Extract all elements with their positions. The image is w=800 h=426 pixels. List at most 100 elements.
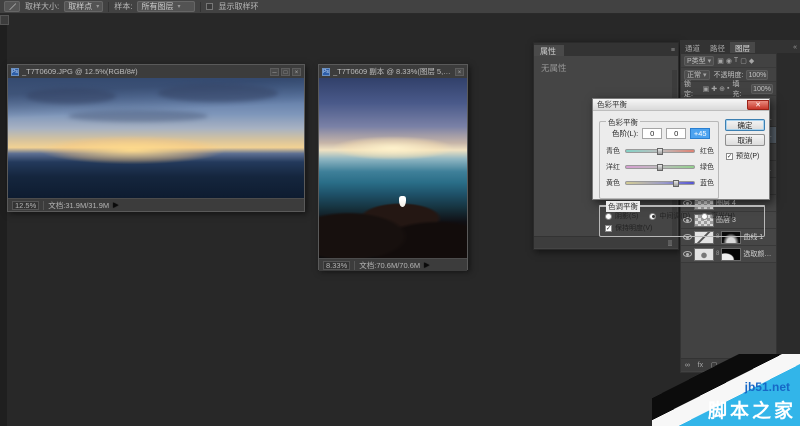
color-slider-handle[interactable]: [657, 148, 663, 155]
document-window-2[interactable]: Ps _T7T0609 副本 @ 8.33%(图层 5, RGB/8#) × 8…: [318, 64, 468, 270]
watermark-name: 脚本之家: [708, 396, 796, 423]
ps-file-icon: Ps: [11, 68, 19, 76]
layer-thumbnail[interactable]: [694, 248, 714, 261]
sample-label: 样本:: [114, 1, 132, 12]
show-sampling-ring-label: 显示取样环: [218, 1, 258, 12]
midtones-radio[interactable]: [649, 213, 656, 220]
window1-title: _T7T0609.JPG @ 12.5%(RGB/8#): [22, 67, 267, 76]
window1-titlebar[interactable]: Ps _T7T0609.JPG @ 12.5%(RGB/8#) ─ □ ×: [8, 65, 304, 78]
window2-canvas[interactable]: [319, 78, 467, 258]
ps-file-icon: Ps: [322, 68, 330, 76]
tools-panel-strip: [0, 15, 7, 426]
lock-paint-icon[interactable]: ✚: [711, 85, 717, 93]
layer-row[interactable]: 8 选取颜色 1: [681, 246, 776, 263]
preview-label: 预览(P): [736, 151, 759, 161]
highlights-label: 高光(H): [711, 211, 735, 221]
lock-position-icon[interactable]: ⊕: [719, 85, 725, 93]
group-label: 色彩平衡: [606, 117, 640, 128]
chevron-down-icon: ▾: [177, 3, 180, 10]
color-slider-handle[interactable]: [657, 164, 663, 171]
tab-properties[interactable]: 属性: [534, 45, 564, 56]
ok-button[interactable]: 确定: [725, 119, 765, 131]
panel-menu-icon[interactable]: ≡: [671, 47, 678, 56]
show-sampling-ring-checkbox[interactable]: [206, 3, 213, 10]
zoom-level-field[interactable]: 8.33%: [323, 261, 350, 270]
sample-size-dropdown[interactable]: 取样点▾: [64, 1, 103, 12]
status-popup-arrow-icon[interactable]: ▶: [113, 201, 118, 209]
status-popup-arrow-icon[interactable]: ▶: [424, 261, 429, 269]
fill-value[interactable]: 100%: [751, 84, 773, 94]
sample-scope-dropdown[interactable]: 所有图层▾: [137, 1, 195, 12]
tools-panel-toggle[interactable]: [0, 15, 9, 25]
sunset-rocks-bride-photo: [319, 78, 467, 258]
tool-options-bar: 取样大小: 取样点▾ 样本: 所有图层▾ 显示取样环: [0, 0, 800, 14]
mask-link-icon[interactable]: 8: [716, 251, 719, 257]
preserve-luminosity-row: ✓ 保持明度(V): [605, 223, 652, 233]
level-input-3[interactable]: +45: [690, 128, 710, 139]
slider-left-label: 青色: [606, 146, 622, 156]
preview-checkbox[interactable]: ✓: [726, 153, 733, 160]
filter-type-icon[interactable]: T: [734, 57, 738, 65]
opacity-value[interactable]: 100%: [746, 70, 768, 80]
eyedropper-tool-icon[interactable]: [4, 1, 20, 12]
layer-filter-row: P类型▾ ▣◉T▢◆: [681, 54, 776, 68]
color-slider-handle[interactable]: [673, 180, 679, 187]
slider-left-label: 洋红: [606, 162, 622, 172]
document-size-info: 文档:31.9M/31.9M: [48, 200, 109, 211]
color-balance-dialog: 色彩平衡 ✕ 色彩平衡 色阶(L): 0 0 +45 青色红色洋红绿色黄色蓝色 …: [592, 98, 770, 200]
maximize-button[interactable]: □: [281, 68, 290, 76]
properties-panel-header[interactable]: 属性 ≡: [534, 43, 678, 56]
divider: [108, 2, 109, 12]
color-balance-group: 色彩平衡 色阶(L): 0 0 +45 青色红色洋红绿色黄色蓝色: [599, 121, 719, 199]
tone-balance-options: 阴影(S) 中间调(D) 高光(H): [605, 211, 763, 221]
close-button[interactable]: ×: [292, 68, 301, 76]
level-input-1[interactable]: 0: [642, 128, 662, 139]
watermark-site: jb51.net: [745, 380, 790, 394]
tab-图层[interactable]: 图层: [730, 42, 755, 53]
bride-figure: [399, 196, 406, 207]
color-slider-row: 黄色蓝色: [606, 178, 714, 188]
highlights-radio[interactable]: [701, 213, 708, 220]
window2-title: _T7T0609 副本 @ 8.33%(图层 5, RGB/8#): [333, 66, 452, 77]
preserve-luminosity-checkbox[interactable]: ✓: [605, 225, 612, 232]
document-window-1[interactable]: Ps _T7T0609.JPG @ 12.5%(RGB/8#) ─ □ × 12…: [7, 64, 305, 212]
dialog-titlebar[interactable]: 色彩平衡 ✕: [593, 99, 769, 111]
color-slider-track[interactable]: [625, 165, 695, 169]
preview-row: ✓ 预览(P): [726, 151, 759, 161]
close-button[interactable]: ×: [455, 68, 464, 76]
slider-left-label: 黄色: [606, 178, 622, 188]
cancel-button[interactable]: 取消: [725, 134, 765, 146]
chevron-down-icon: ▾: [96, 3, 99, 10]
layer-mask-thumbnail[interactable]: [721, 248, 741, 261]
visibility-eye-icon[interactable]: [683, 251, 692, 257]
no-properties-text: 无属性: [541, 62, 567, 74]
filter-kind-dropdown[interactable]: P类型▾: [684, 56, 714, 66]
dialog-close-button[interactable]: ✕: [747, 100, 769, 110]
layer-name: 选取颜色 1: [743, 249, 774, 259]
slider-right-label: 红色: [698, 146, 714, 156]
tab-路径[interactable]: 路径: [705, 42, 730, 53]
color-slider-track[interactable]: [625, 149, 695, 153]
window2-titlebar[interactable]: Ps _T7T0609 副本 @ 8.33%(图层 5, RGB/8#) ×: [319, 65, 467, 78]
shadows-label: 阴影(S): [615, 211, 638, 221]
slider-right-label: 绿色: [698, 162, 714, 172]
filter-adjustment-icon[interactable]: ◉: [726, 57, 732, 65]
lock-all-icon[interactable]: ▪: [727, 85, 729, 93]
zoom-level-field[interactable]: 12.5%: [12, 201, 39, 210]
divider: [200, 2, 201, 12]
filter-pixel-icon[interactable]: ▣: [717, 57, 724, 65]
color-slider-track[interactable]: [625, 181, 695, 185]
filter-smart-icon[interactable]: ◆: [749, 57, 754, 65]
filter-shape-icon[interactable]: ▢: [740, 57, 747, 65]
tab-通道[interactable]: 通道: [680, 42, 705, 53]
window2-statusbar: 8.33% 文档:70.6M/70.6M ▶: [319, 258, 467, 271]
level-input-2[interactable]: 0: [666, 128, 686, 139]
minimize-button[interactable]: ─: [270, 68, 279, 76]
preserve-luminosity-label: 保持明度(V): [615, 223, 652, 233]
fill-label: 填充:: [732, 79, 748, 99]
levels-label: 色阶(L):: [612, 128, 638, 139]
shadows-radio[interactable]: [605, 213, 612, 220]
window1-canvas[interactable]: [8, 78, 304, 198]
lock-transparency-icon[interactable]: ▣: [703, 85, 710, 93]
collapse-dock-icon[interactable]: «: [793, 44, 800, 53]
